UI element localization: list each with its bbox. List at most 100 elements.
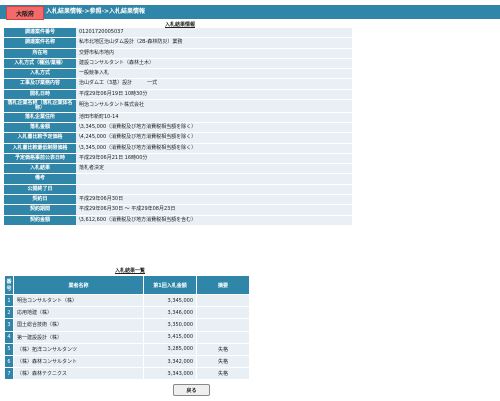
- detail-row: 公開終了日: [4, 184, 352, 196]
- detail-row: 工事及び業務内容 治山ダム工（3基）設計 一式: [4, 78, 352, 90]
- column-header-no: 番号: [4, 275, 14, 295]
- detail-label: 契約金額: [4, 215, 76, 226]
- result-note: [196, 330, 250, 344]
- table-row: 5 （株）拓洋コンサルタンツ 3,285,000 失格: [4, 342, 250, 356]
- detail-value: 落札者決定: [76, 163, 352, 175]
- bid-amount: 3,342,000: [143, 354, 197, 369]
- detail-value: 池田市新町10-14: [76, 112, 352, 123]
- detail-section-title: 入札結果情報: [164, 22, 195, 28]
- bidder-name: （株）森林テクニクス: [13, 367, 144, 381]
- result-note: 失格: [196, 367, 250, 381]
- bid-amount: 3,285,000: [143, 342, 197, 356]
- detail-label: 公開終了日: [4, 184, 76, 196]
- detail-label: 所在地: [4, 48, 76, 59]
- detail-label: 入札結果: [4, 163, 76, 175]
- detail-row: 調達案件番号 01201720005037: [4, 28, 352, 39]
- result-no: 4: [4, 330, 14, 344]
- detail-row: 落札企業住所 池田市新町10-14: [4, 112, 352, 123]
- detail-row: 入札方式 一般競争入札: [4, 68, 352, 80]
- detail-row: 落札金額 \3,345,000（消費税及び地方消費税相当額を除く）: [4, 122, 352, 134]
- bidder-name: 応用地建（株）: [13, 306, 144, 320]
- result-note: 失格: [196, 342, 250, 356]
- detail-label: 入札方式: [4, 68, 76, 80]
- detail-label: 落札企業住所: [4, 112, 76, 123]
- detail-row: 開札日時 平成29年06月19日 10時30分: [4, 89, 352, 101]
- detail-value: 平成29年06月21日 16時00分: [76, 153, 352, 165]
- column-header-name: 業者名称: [13, 275, 144, 295]
- detail-row: 契約金額 \3,612,600（消費税及び地方消費税相当額を含む）: [4, 215, 352, 226]
- detail-value: 一般競争入札: [76, 68, 352, 80]
- detail-value: 建設コンサルタント（森林土木）: [76, 58, 352, 70]
- detail-label: 入札書比較予定価格: [4, 132, 76, 144]
- detail-label: 契約日: [4, 194, 76, 206]
- detail-row: 入札書比較予定価格 \4,245,000（消費税及び地方消費税相当額を除く）: [4, 132, 352, 144]
- detail-label: 入札書比較最低制限価格: [4, 143, 76, 154]
- bidder-name: 明治コンサルタント（株）: [13, 293, 144, 308]
- detail-value: 平成29年06月19日 10時30分: [76, 89, 352, 101]
- detail-value: \3,345,000（消費税及び地方消費税相当額を除く）: [76, 122, 352, 134]
- table-row: 4 第一建設設計（株） 3,415,000: [4, 330, 250, 344]
- result-no: 6: [4, 354, 14, 369]
- region-badge: 大阪府: [6, 6, 44, 20]
- detail-row: 所在地 交野市私市地内: [4, 48, 352, 59]
- result-no: 3: [4, 318, 14, 332]
- breadcrumb: 入札結果情報->参照->入札結果情報: [46, 8, 146, 15]
- results-table: 番号 業者名称 第1回入札金額 摘要 1 明治コンサルタント（株） 3,345,00…: [4, 275, 250, 381]
- detail-label: 開札日時: [4, 89, 76, 101]
- bidder-name: 第一建設設計（株）: [13, 330, 144, 344]
- detail-label: 落札企業名称（落札企業体名称）: [4, 99, 76, 113]
- detail-label: 契約期間: [4, 204, 76, 216]
- detail-row: 予定価格事前公表日時 平成29年06月21日 16時00分: [4, 153, 352, 165]
- detail-label: 工事及び業務内容: [4, 78, 76, 90]
- result-note: [196, 306, 250, 320]
- detail-value: \3,345,000（消費税及び地方消費税相当額を除く）: [76, 143, 352, 154]
- detail-row: 落札企業名称（落札企業体名称） 明治コンサルタント株式会社: [4, 99, 352, 113]
- detail-row: 備考: [4, 173, 352, 185]
- bid-amount: 3,343,000: [143, 367, 197, 381]
- table-row: 7 （株）森林テクニクス 3,343,000 失格: [4, 367, 250, 381]
- table-row: 6 （株）森林コンサルタント 3,342,000 失格: [4, 354, 250, 369]
- detail-value: [76, 173, 352, 185]
- result-note: 失格: [196, 354, 250, 369]
- back-button[interactable]: 戻る: [173, 384, 210, 396]
- detail-row: 入札書比較最低制限価格 \3,345,000（消費税及び地方消費税相当額を除く）: [4, 143, 352, 154]
- bid-amount: 3,346,000: [143, 306, 197, 320]
- column-header-note: 摘要: [196, 275, 250, 295]
- detail-label: 入札方式（種別/業種）: [4, 58, 76, 70]
- results-section-title: 入札結果一覧: [114, 268, 145, 274]
- detail-label: 調達案件番号: [4, 28, 76, 39]
- detail-value: 平成29年06月30日 ～ 平成29年08月23日: [76, 204, 352, 216]
- column-header-amount: 第1回入札金額: [143, 275, 197, 295]
- detail-label: 予定価格事前公表日時: [4, 153, 76, 165]
- result-no: 5: [4, 342, 14, 356]
- detail-table: 調達案件番号 01201720005037 調達案件名称 私市北地区治山ダム設計（2B…: [4, 28, 352, 226]
- result-no: 1: [4, 293, 14, 308]
- detail-row: 入札結果 落札者決定: [4, 163, 352, 175]
- detail-row: 入札方式（種別/業種） 建設コンサルタント（森林土木）: [4, 58, 352, 70]
- detail-row: 契約日 平成29年06月30日: [4, 194, 352, 206]
- bidder-name: （株）森林コンサルタント: [13, 354, 144, 369]
- detail-value: 私市北地区治山ダム設計（2B-森林防災）業務: [76, 37, 352, 49]
- bidder-name: 国土総合技術（株）: [13, 318, 144, 332]
- detail-value: 治山ダム工（3基）設計 一式: [76, 78, 352, 90]
- detail-value: 明治コンサルタント株式会社: [76, 99, 352, 113]
- results-header-row: 番号 業者名称 第1回入札金額 摘要: [4, 275, 250, 295]
- table-row: 2 応用地建（株） 3,346,000: [4, 306, 250, 320]
- detail-label: 調達案件名称: [4, 37, 76, 49]
- detail-value: \3,612,600（消費税及び地方消費税相当額を含む）: [76, 215, 352, 226]
- detail-label: 落札金額: [4, 122, 76, 134]
- detail-value: [76, 184, 352, 196]
- table-row: 1 明治コンサルタント（株） 3,345,000: [4, 293, 250, 308]
- bid-amount: 3,345,000: [143, 293, 197, 308]
- bid-amount: 3,350,000: [143, 318, 197, 332]
- result-no: 7: [4, 367, 14, 381]
- detail-label: 備考: [4, 173, 76, 185]
- bid-amount: 3,415,000: [143, 330, 197, 344]
- detail-row: 契約期間 平成29年06月30日 ～ 平成29年08月23日: [4, 204, 352, 216]
- detail-row: 調達案件名称 私市北地区治山ダム設計（2B-森林防災）業務: [4, 37, 352, 49]
- detail-value: 交野市私市地内: [76, 48, 352, 59]
- bidder-name: （株）拓洋コンサルタンツ: [13, 342, 144, 356]
- detail-value: \4,245,000（消費税及び地方消費税相当額を除く）: [76, 132, 352, 144]
- table-row: 3 国土総合技術（株） 3,350,000: [4, 318, 250, 332]
- result-note: [196, 293, 250, 308]
